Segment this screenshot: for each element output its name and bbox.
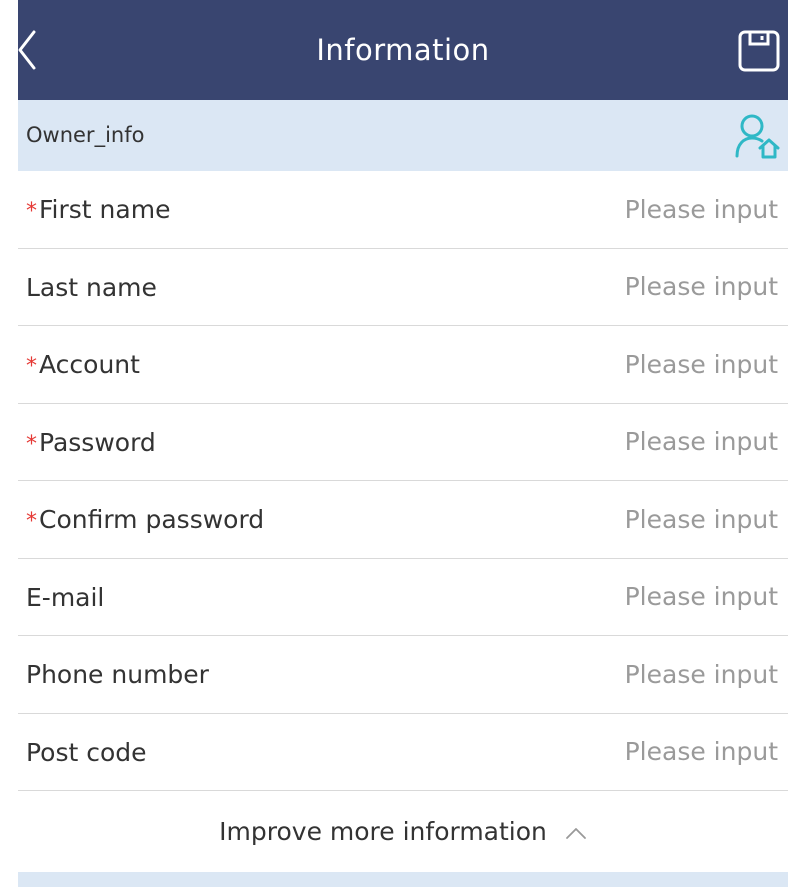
section-label: Owner_info [26, 123, 145, 147]
form-fields: *First name Last name *Account *Password… [18, 171, 788, 791]
field-label-text: Confirm password [39, 505, 265, 534]
field-label-text: Password [39, 427, 156, 457]
first-name-input[interactable] [478, 189, 778, 229]
save-button[interactable] [738, 30, 780, 72]
field-label: *Confirm password [26, 481, 264, 558]
account-input[interactable] [478, 344, 778, 384]
owner-button[interactable] [734, 112, 780, 160]
bottom-section-band [18, 872, 788, 887]
form-row-last-name: Last name [18, 249, 788, 326]
field-label-text: Last name [26, 272, 157, 302]
field-label-text: Post code [26, 737, 147, 767]
field-label-text: First name [39, 195, 171, 224]
form-row-first-name: *First name [18, 171, 788, 249]
improve-more-button[interactable]: Improve more information [18, 792, 788, 872]
section-owner-info: Owner_info [18, 100, 788, 171]
form-row-password: *Password [18, 404, 788, 481]
field-label-text: Phone number [26, 660, 209, 689]
form-row-email: E-mail [18, 559, 788, 636]
page-title: Information [316, 33, 490, 67]
form-row-post-code: Post code [18, 714, 788, 791]
last-name-input[interactable] [478, 266, 778, 307]
required-marker: * [26, 354, 37, 379]
user-home-icon [735, 114, 780, 159]
field-label: *Account [26, 326, 140, 403]
field-label: Phone number [26, 636, 209, 713]
improve-more-label: Improve more information [219, 817, 547, 846]
field-label-text: Account [39, 350, 140, 379]
email-input[interactable] [478, 576, 778, 617]
header-bar: Information [18, 0, 788, 100]
required-marker: * [26, 431, 37, 457]
post-code-input[interactable] [478, 731, 778, 772]
password-input[interactable] [478, 421, 778, 462]
form-row-phone-number: Phone number [18, 636, 788, 714]
field-label: *First name [26, 171, 170, 248]
app-screen: Information Owner_info *First name La [18, 0, 788, 887]
form-row-confirm-password: *Confirm password [18, 481, 788, 559]
required-marker: * [26, 199, 37, 224]
save-icon [738, 30, 780, 72]
field-label-text: E-mail [26, 582, 105, 612]
field-label: Post code [26, 714, 147, 791]
phone-number-input[interactable] [478, 654, 778, 694]
field-label: *Password [26, 404, 156, 481]
field-label: Last name [26, 249, 157, 326]
confirm-password-input[interactable] [478, 499, 778, 539]
required-marker: * [26, 509, 37, 534]
chevron-up-icon [565, 828, 586, 839]
field-label: E-mail [26, 559, 104, 636]
form-row-account: *Account [18, 326, 788, 404]
